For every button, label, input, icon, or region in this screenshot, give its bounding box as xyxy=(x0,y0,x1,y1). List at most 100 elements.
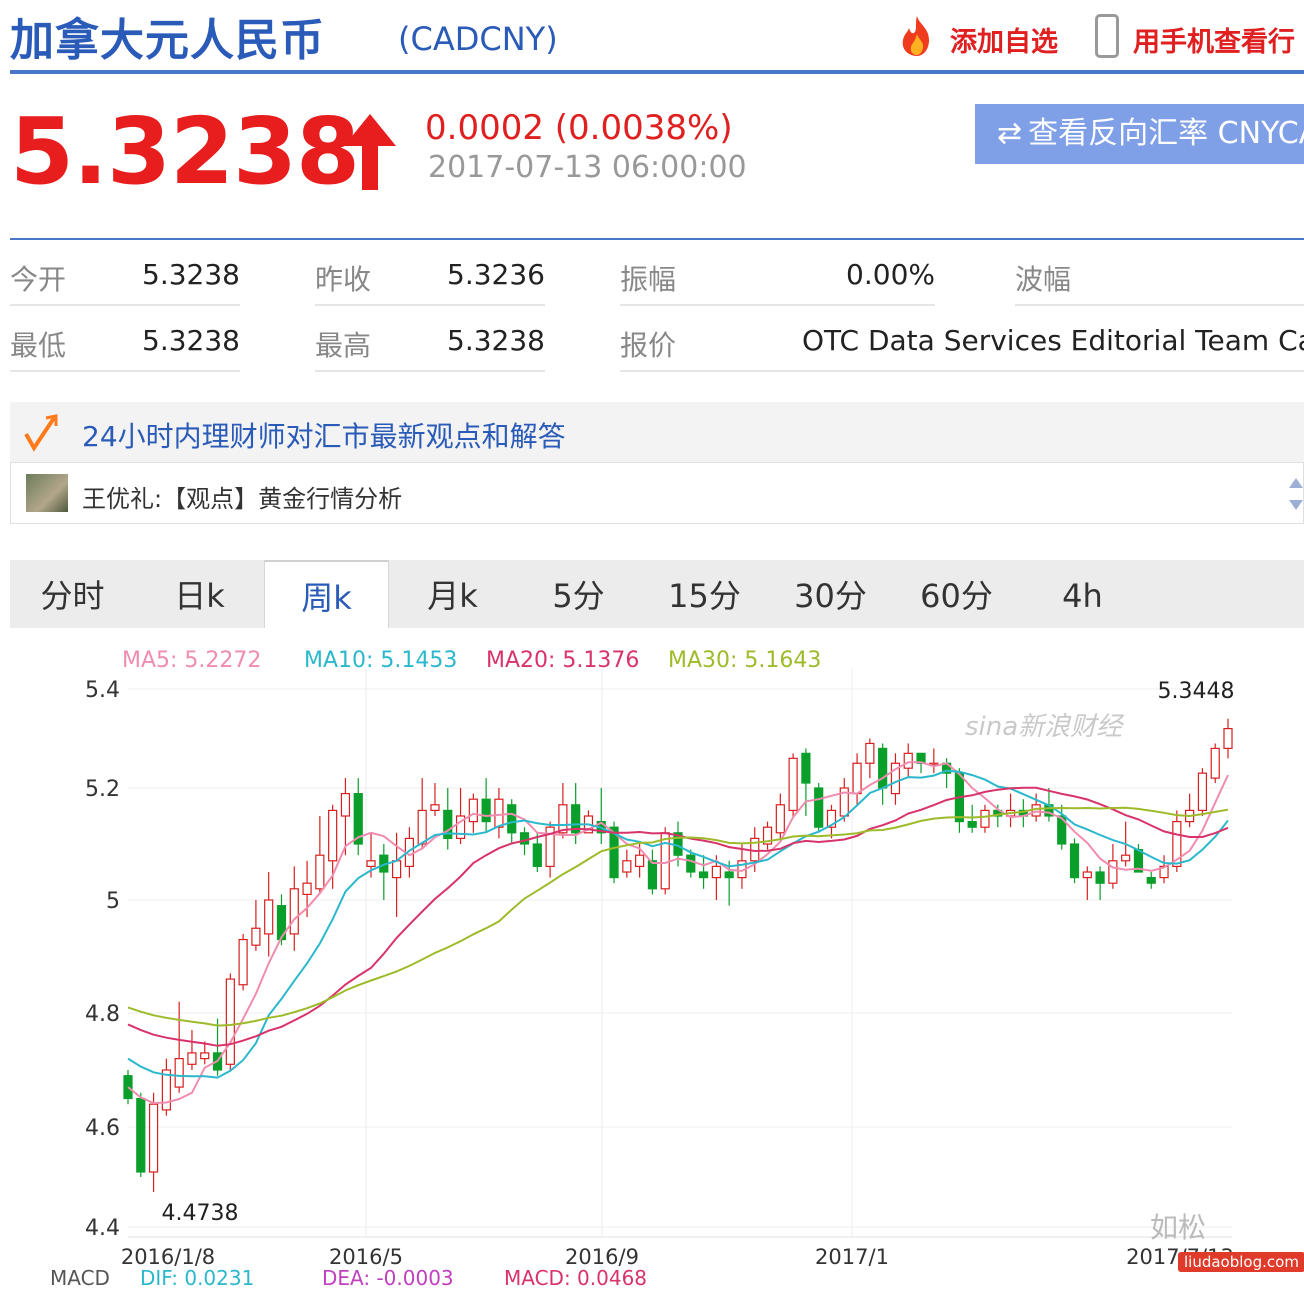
reverse-rate-button[interactable]: ⇄ 查看反向汇率 CNYCA xyxy=(975,104,1304,164)
stat-underline xyxy=(620,370,1304,372)
y-tick-label: 4.4 xyxy=(85,1216,120,1241)
candle-body xyxy=(366,860,376,868)
candle-body xyxy=(468,798,478,823)
candle-body xyxy=(1108,860,1118,884)
candle-body xyxy=(788,757,798,812)
price-change: 0.0002 (0.0038%) xyxy=(425,108,733,148)
candle-body xyxy=(1223,727,1233,749)
candle-body xyxy=(878,747,888,789)
candle-body xyxy=(775,804,785,834)
candle-body xyxy=(315,854,325,890)
mobile-view-link[interactable]: 用手机查看行 xyxy=(1133,20,1295,59)
candle-body xyxy=(340,793,351,817)
news-item-link[interactable]: 王优礼:【观点】黄金行情分析 xyxy=(82,479,402,514)
candle-body xyxy=(724,871,734,879)
quote-source-label: 报价 xyxy=(620,329,677,362)
candle-body xyxy=(225,978,235,1065)
tab-item[interactable]: 30分 xyxy=(768,560,893,628)
reverse-rate-label: 查看反向汇率 CNYCA xyxy=(1028,116,1304,151)
candle-body xyxy=(814,787,824,828)
scroll-arrows-icon[interactable] xyxy=(1288,474,1304,514)
candle-body xyxy=(1082,871,1092,879)
high-value: 5.3238 xyxy=(447,324,545,357)
low-label: 最低 xyxy=(10,329,67,362)
candle-body xyxy=(238,938,248,986)
dea-legend: DEA: -0.0003 xyxy=(322,1266,454,1290)
candle-body xyxy=(1095,871,1105,884)
max-price-label: 5.3448 xyxy=(1158,679,1235,704)
candle-body xyxy=(123,1075,133,1100)
y-tick-label: 4.6 xyxy=(85,1116,120,1141)
candle-body xyxy=(980,809,990,828)
current-price: 5.3238 xyxy=(10,98,360,205)
stat-underline xyxy=(620,304,935,306)
prev-close-value: 5.3236 xyxy=(447,258,545,291)
candle-body xyxy=(1210,747,1220,779)
candle-body xyxy=(392,860,402,879)
candle-body xyxy=(852,762,862,795)
macd-label: MACD xyxy=(50,1266,110,1290)
candle-body xyxy=(801,752,811,784)
candle-body xyxy=(289,888,299,935)
candle-body xyxy=(967,821,977,828)
candle-body xyxy=(187,1052,197,1065)
amplitude-label: 振幅 xyxy=(620,263,677,296)
open-label: 今开 xyxy=(10,263,67,296)
candle-body xyxy=(251,927,261,946)
candle-body xyxy=(264,899,274,935)
candle-body xyxy=(698,871,709,879)
open-value: 5.3238 xyxy=(142,258,240,291)
y-tick-label: 5.4 xyxy=(85,678,120,703)
candle-body xyxy=(558,804,568,834)
quote-source-value: OTC Data Services Editorial Team Calc xyxy=(802,324,1304,357)
x-tick-label: 2017/1 xyxy=(815,1245,889,1269)
candle-body xyxy=(711,865,721,879)
y-tick-label: 5.2 xyxy=(85,777,120,802)
stat-underline xyxy=(10,370,240,372)
candle-body xyxy=(635,854,645,867)
stat-underline xyxy=(10,304,240,306)
tab-item[interactable]: 日k xyxy=(137,560,262,628)
candle-body xyxy=(686,854,696,873)
tab-item[interactable]: 月k xyxy=(390,560,515,628)
header-divider xyxy=(10,70,1304,74)
stat-underline xyxy=(315,370,545,372)
amplitude-value: 0.00% xyxy=(846,258,935,291)
tab-item[interactable]: 周k xyxy=(264,560,389,628)
candle-body xyxy=(507,804,517,834)
tab-item[interactable]: 分时 xyxy=(10,560,135,628)
add-watchlist-button[interactable]: 添加自选 xyxy=(950,20,1058,59)
candle-body xyxy=(622,860,632,873)
up-arrow-icon xyxy=(344,114,396,190)
candle-body xyxy=(174,1058,184,1088)
swap-arrows-icon: ⇄ xyxy=(997,116,1023,151)
tab-item[interactable]: 4h xyxy=(1020,560,1145,628)
candle-body xyxy=(1069,843,1080,879)
site-watermark: liudaoblog.com xyxy=(1178,1252,1304,1272)
prev-close-label: 昨收 xyxy=(315,263,372,296)
candle-body xyxy=(302,882,312,895)
candle-body xyxy=(430,804,440,812)
author-watermark: 如松 xyxy=(1150,1211,1207,1244)
candle-body xyxy=(328,809,338,862)
candle-body xyxy=(1197,772,1208,811)
news-heading-link[interactable]: 24小时内理财师对汇市最新观点和解答 xyxy=(82,415,566,455)
sina-watermark: sina新浪财经 xyxy=(965,712,1123,742)
high-label: 最高 xyxy=(315,329,372,362)
stat-underline xyxy=(1015,304,1304,306)
y-tick-label: 4.8 xyxy=(85,1002,120,1027)
candle-body xyxy=(519,832,530,845)
candle-body xyxy=(494,798,504,828)
low-value: 5.3238 xyxy=(142,324,240,357)
tab-item[interactable]: 15分 xyxy=(642,560,767,628)
candle-body xyxy=(148,1103,159,1173)
tab-item[interactable]: 5分 xyxy=(516,560,641,628)
tab-item[interactable]: 60分 xyxy=(894,560,1019,628)
y-tick-label: 5 xyxy=(106,889,120,914)
page-title: 加拿大元人民币 xyxy=(10,15,325,66)
candle-body xyxy=(200,1052,210,1060)
mobile-phone-icon[interactable] xyxy=(1095,14,1119,58)
fire-icon[interactable] xyxy=(895,14,939,58)
candle-body xyxy=(660,832,670,890)
avatar xyxy=(26,474,68,512)
